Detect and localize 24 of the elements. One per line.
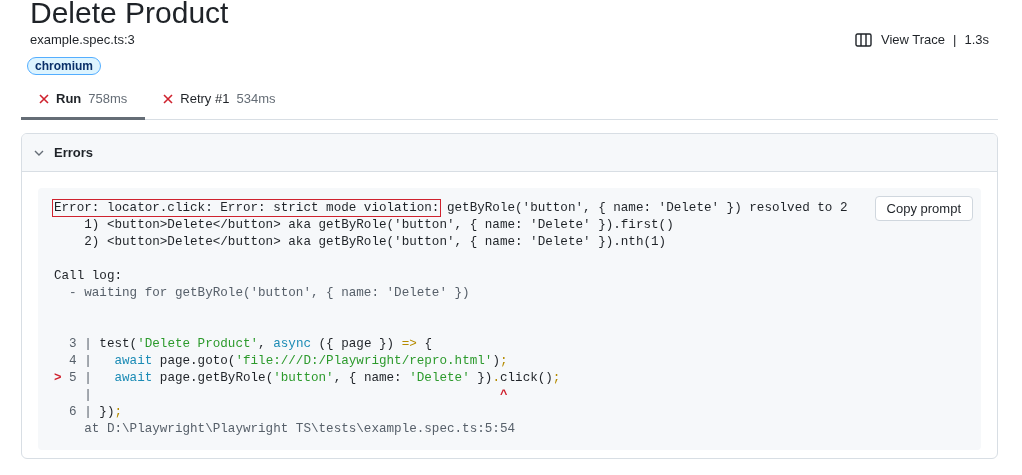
failed-x-icon bbox=[39, 93, 49, 104]
page-title: Delete Product bbox=[30, 0, 230, 29]
code-line: at D:\Playwright\Playwright TS\tests\example.spec.ts:5:54 bbox=[83, 421, 516, 438]
code-line: > 5 | await page.getByRole('button', { name: 'Delete' }).click(); bbox=[54, 370, 562, 387]
errors-title: Errors bbox=[54, 145, 94, 160]
code-line: - waiting for getByRole('button', { name: 'Delete' }) bbox=[68, 285, 471, 302]
code-line: 2) <button>Delete</button> aka getByRole('button', { name: 'Delete' }).nth(1) bbox=[83, 234, 668, 251]
run-tab[interactable]: Retry #1 534ms bbox=[145, 83, 294, 120]
code-line: 6 | }); bbox=[68, 404, 124, 421]
code-line: Call log: bbox=[54, 268, 124, 285]
errors-header[interactable]: Errors bbox=[22, 134, 997, 172]
failed-x-icon bbox=[163, 93, 174, 104]
code-line: | ^ bbox=[83, 387, 509, 404]
code-line: 4 | await page.goto('file:///D:/Playwright/repro.html'); bbox=[68, 353, 509, 370]
code-line: 1) <button>Delete</button> aka getByRole('button', { name: 'Delete' }).first() bbox=[83, 217, 675, 234]
separator: | bbox=[953, 32, 957, 47]
view-trace-link[interactable]: View Trace bbox=[854, 32, 946, 47]
run-tab[interactable]: Run 758ms bbox=[21, 83, 146, 120]
test-location: example.spec.ts:3 bbox=[30, 32, 135, 47]
code-line: 3 | test('Delete Product', async ({ page }) => { bbox=[68, 336, 433, 353]
copy-prompt-button[interactable]: Copy prompt bbox=[874, 196, 973, 221]
duration: 1.3s bbox=[964, 32, 989, 47]
browser-tag[interactable]: chromium bbox=[27, 57, 101, 75]
columns-icon bbox=[854, 32, 872, 47]
